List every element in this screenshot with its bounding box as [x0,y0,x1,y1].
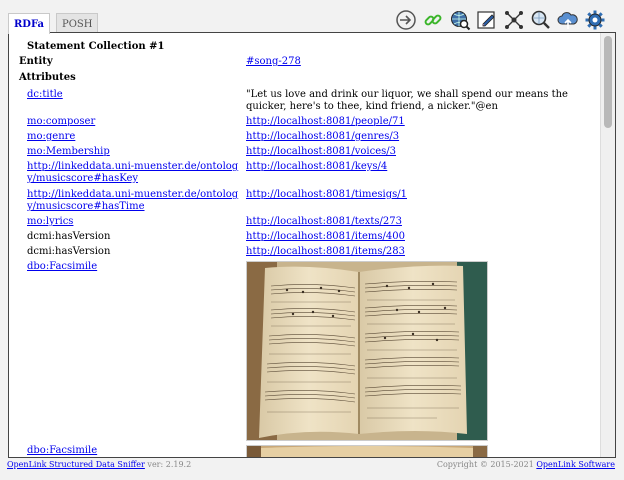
network-icon[interactable] [502,8,526,32]
facsimile-image[interactable] [246,445,488,457]
link-icon[interactable] [421,8,445,32]
attribute-predicate[interactable]: mo:genre [27,131,239,143]
attribute-predicate[interactable]: http://linkeddata.uni-muenster.de/ontolo… [27,161,239,185]
facsimile-image[interactable] [246,261,488,441]
search-icon[interactable] [529,8,553,32]
attribute-predicate: dcmi:hasVersion [27,246,111,257]
cloud-upload-icon[interactable] [556,8,580,32]
attribute-predicate[interactable]: dbo:Facsimile [27,445,239,457]
scrollbar-thumb[interactable] [604,36,612,128]
entity-label: Entity [19,56,53,67]
app-link[interactable]: OpenLink Structured Data Sniffer [7,460,145,469]
attribute-value-link[interactable]: http://localhost:8081/texts/273 [246,216,576,228]
attribute-value-link[interactable]: http://localhost:8081/genres/3 [246,131,576,143]
tab-rdfa[interactable]: RDFa [8,13,50,34]
vertical-scrollbar[interactable] [600,33,615,457]
entity-link[interactable]: #song-278 [246,56,576,68]
company-link[interactable]: OpenLink Software [536,460,615,469]
attribute-predicate[interactable]: mo:composer [27,116,239,128]
tab-posh[interactable]: POSH [56,13,98,33]
attribute-value-link[interactable]: http://localhost:8081/timesigs/1 [246,189,576,201]
footer-app: OpenLink Structured Data Sniffer ver: 2.… [7,460,191,469]
gear-icon[interactable] [583,8,607,32]
attribute-predicate[interactable]: dc:title [27,89,239,101]
attributes-label: Attributes [19,72,76,83]
login-icon[interactable] [394,8,418,32]
attribute-predicate[interactable]: http://linkeddata.uni-muenster.de/ontolo… [27,189,239,213]
attribute-value-link[interactable]: http://localhost:8081/items/283 [246,246,576,258]
attribute-value-link[interactable]: http://localhost:8081/keys/4 [246,161,576,173]
globe-search-icon[interactable] [448,8,472,32]
app-version: ver: 2.19.2 [147,460,192,469]
attribute-predicate[interactable]: mo:lyrics [27,216,239,228]
attribute-predicate[interactable]: mo:Membership [27,146,239,158]
collection-title: Statement Collection #1 [27,41,165,52]
attribute-value-link[interactable]: http://localhost:8081/items/400 [246,231,576,243]
edit-icon[interactable] [475,8,499,32]
attribute-predicate: dcmi:hasVersion [27,231,111,242]
footer-copyright: Copyright © 2015-2021 OpenLink Software [437,460,615,469]
statement-collection: Statement Collection #1 Entity #song-278… [9,33,601,457]
attribute-value: "Let us love and drink our liquor, we sh… [246,89,568,112]
attribute-value-link[interactable]: http://localhost:8081/voices/3 [246,146,576,158]
attribute-predicate[interactable]: dbo:Facsimile [27,261,239,273]
copyright-text: Copyright © 2015-2021 [436,460,534,469]
attribute-value-link[interactable]: http://localhost:8081/people/71 [246,116,576,128]
content-panel: Statement Collection #1 Entity #song-278… [8,32,616,458]
